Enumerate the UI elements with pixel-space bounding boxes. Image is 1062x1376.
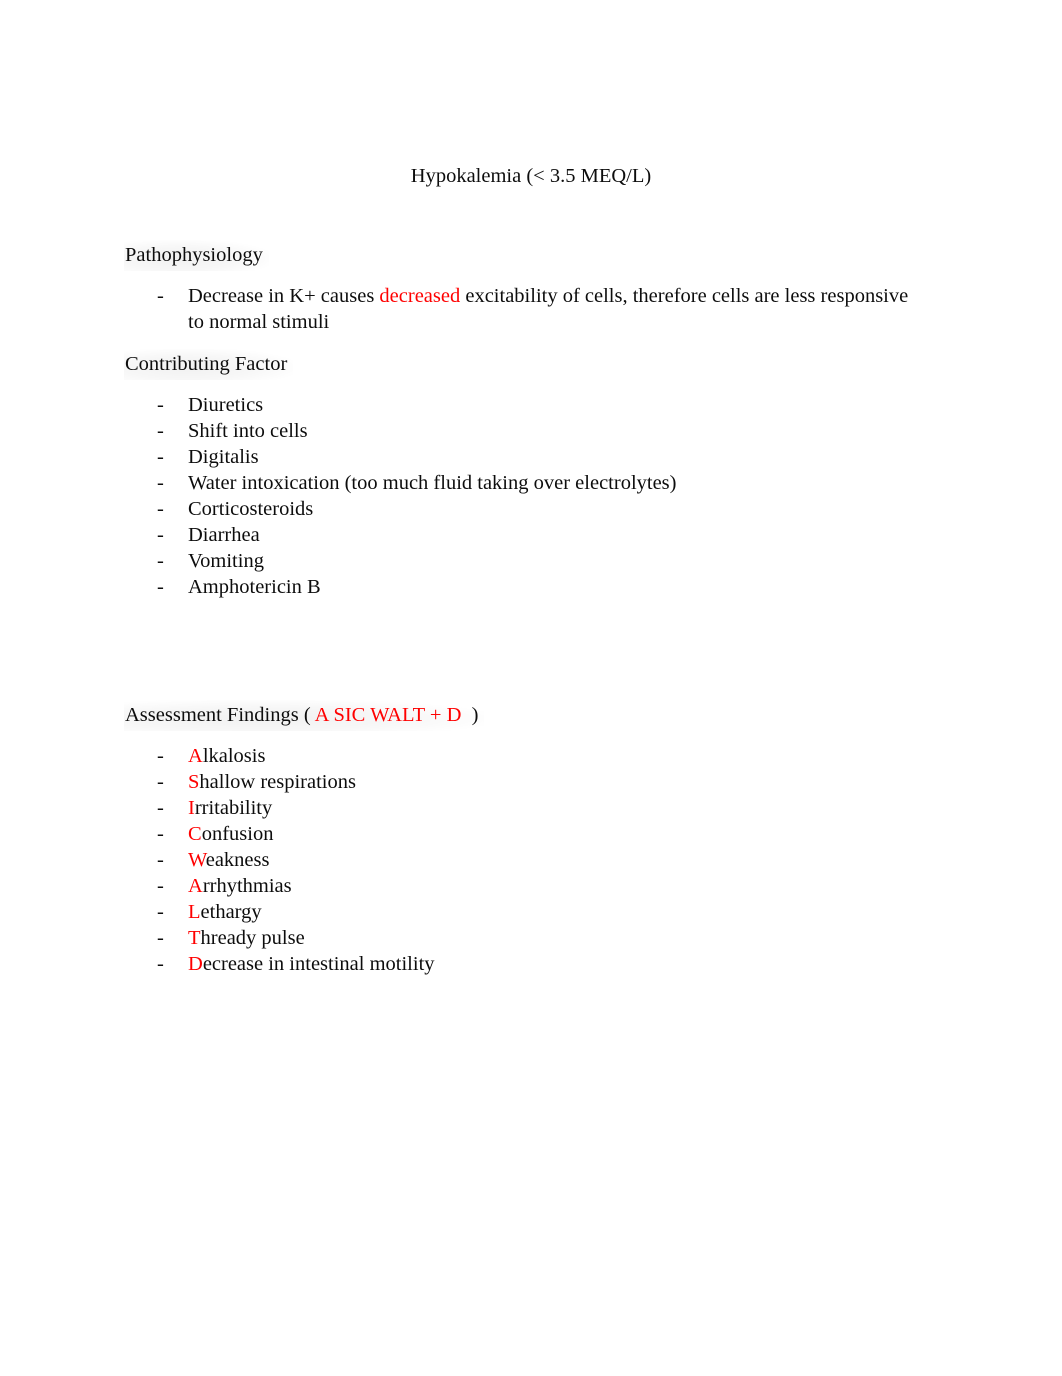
list-item: - Lethargy (125, 899, 925, 925)
page-title: Hypokalemia (< 3.5 MEQ/L) (410, 165, 652, 187)
bullet-dash-icon: - (157, 797, 164, 819)
bullet-text: Diuretics (188, 394, 264, 416)
list-item: - Digitalis (125, 444, 925, 470)
bullet-dash-icon: - (157, 576, 164, 598)
section-pathophysiology: Pathophysiology - Decrease in K+ causes … (124, 240, 925, 335)
list-item: - Shift into cells (125, 418, 925, 444)
bullet-text: Amphotericin B (188, 576, 321, 598)
heading-pathophysiology: Pathophysiology (124, 240, 269, 271)
heading-contributing-factor: Contributing Factor (124, 349, 294, 380)
bullet-initial: D (188, 953, 203, 975)
bullet-text-highlight: decreased (379, 285, 461, 307)
document-page: Hypokalemia (< 3.5 MEQ/L) Pathophysiolog… (0, 0, 1062, 1376)
bullet-dash-icon: - (157, 420, 164, 442)
list-contributing-factor: - Diuretics - Shift into cells - Digital… (125, 392, 925, 600)
heading-prefix: Assessment Findings ( (125, 704, 315, 726)
bullet-dash-icon: - (157, 823, 164, 845)
list-item: - Diuretics (125, 392, 925, 418)
list-item: - Alkalosis (125, 743, 925, 769)
bullet-dash-icon: - (157, 472, 164, 494)
section-spacer-large (125, 600, 925, 700)
bullet-text: eakness (205, 849, 270, 871)
bullet-text: rritability (194, 797, 273, 819)
heading-row-pathophysiology: Pathophysiology (124, 240, 925, 271)
section-assessment-findings: Assessment Findings ( A SIC WALT + D ) -… (124, 700, 925, 977)
list-item: - Confusion (125, 821, 925, 847)
bullet-dash-icon: - (157, 849, 164, 871)
list-item: - Arrhythmias (125, 873, 925, 899)
bullet-initial: A (188, 875, 203, 897)
list-item: - Diarrhea (125, 522, 925, 548)
bullet-text: hready pulse (200, 927, 305, 949)
bullet-text: Digitalis (188, 446, 259, 468)
bullet-text: ecrease in intestinal motility (202, 953, 435, 975)
mnemonic-text: A SIC WALT + D (314, 704, 462, 726)
heading-assessment-findings: Assessment Findings ( A SIC WALT + D ) (124, 700, 485, 731)
bullet-text: Vomiting (188, 550, 264, 572)
bullet-dash-icon: - (157, 771, 164, 793)
list-item: - Weakness (125, 847, 925, 873)
bullet-dash-icon: - (157, 927, 164, 949)
list-pathophysiology: - Decrease in K+ causes decreased excita… (125, 283, 925, 335)
bullet-dash-icon: - (157, 901, 164, 923)
bullet-text: hallow respirations (199, 771, 356, 793)
bullet-text: Corticosteroids (188, 498, 314, 520)
list-item: - Thready pulse (125, 925, 925, 951)
bullet-initial: I (188, 797, 195, 819)
list-item: - Water intoxication (too much fluid tak… (125, 470, 925, 496)
list-item: - Shallow respirations (125, 769, 925, 795)
bullet-initial: L (188, 901, 201, 923)
bullet-text: lkalosis (202, 745, 266, 767)
list-assessment-findings: - Alkalosis - Shallow respirations - Irr… (125, 743, 925, 977)
document-body: Pathophysiology - Decrease in K+ causes … (124, 240, 925, 977)
bullet-text: rrhythmias (202, 875, 292, 897)
bullet-text: Shift into cells (188, 420, 308, 442)
bullet-initial: T (188, 927, 201, 949)
bullet-dash-icon: - (157, 875, 164, 897)
bullet-dash-icon: - (157, 953, 164, 975)
bullet-dash-icon: - (157, 524, 164, 546)
bullet-dash-icon: - (157, 498, 164, 520)
bullet-initial: A (188, 745, 203, 767)
heading-row-assessment-findings: Assessment Findings ( A SIC WALT + D ) (124, 700, 925, 731)
bullet-dash-icon: - (157, 285, 164, 307)
bullet-text: onfusion (201, 823, 274, 845)
list-item: - Decrease in intestinal motility (125, 951, 925, 977)
heading-row-contributing-factor: Contributing Factor (124, 349, 925, 380)
bullet-text: Diarrhea (188, 524, 260, 546)
bullet-initial: C (188, 823, 202, 845)
list-item: - Corticosteroids (125, 496, 925, 522)
section-contributing-factor: Contributing Factor - Diuretics - Shift … (124, 349, 925, 600)
list-item: - Vomiting (125, 548, 925, 574)
bullet-text: ethargy (200, 901, 262, 923)
list-item: - Amphotericin B (125, 574, 925, 600)
bullet-dash-icon: - (157, 394, 164, 416)
bullet-dash-icon: - (157, 745, 164, 767)
heading-suffix: ) (461, 704, 479, 726)
bullet-dash-icon: - (157, 446, 164, 468)
bullet-initial: W (188, 849, 206, 871)
bullet-dash-icon: - (157, 550, 164, 572)
bullet-initial: S (188, 771, 200, 793)
bullet-text-pre: Decrease in K+ causes (188, 285, 380, 307)
list-item: - Irritability (125, 795, 925, 821)
bullet-text: Water intoxication (too much fluid takin… (188, 472, 677, 494)
list-item: - Decrease in K+ causes decreased excita… (125, 283, 925, 335)
